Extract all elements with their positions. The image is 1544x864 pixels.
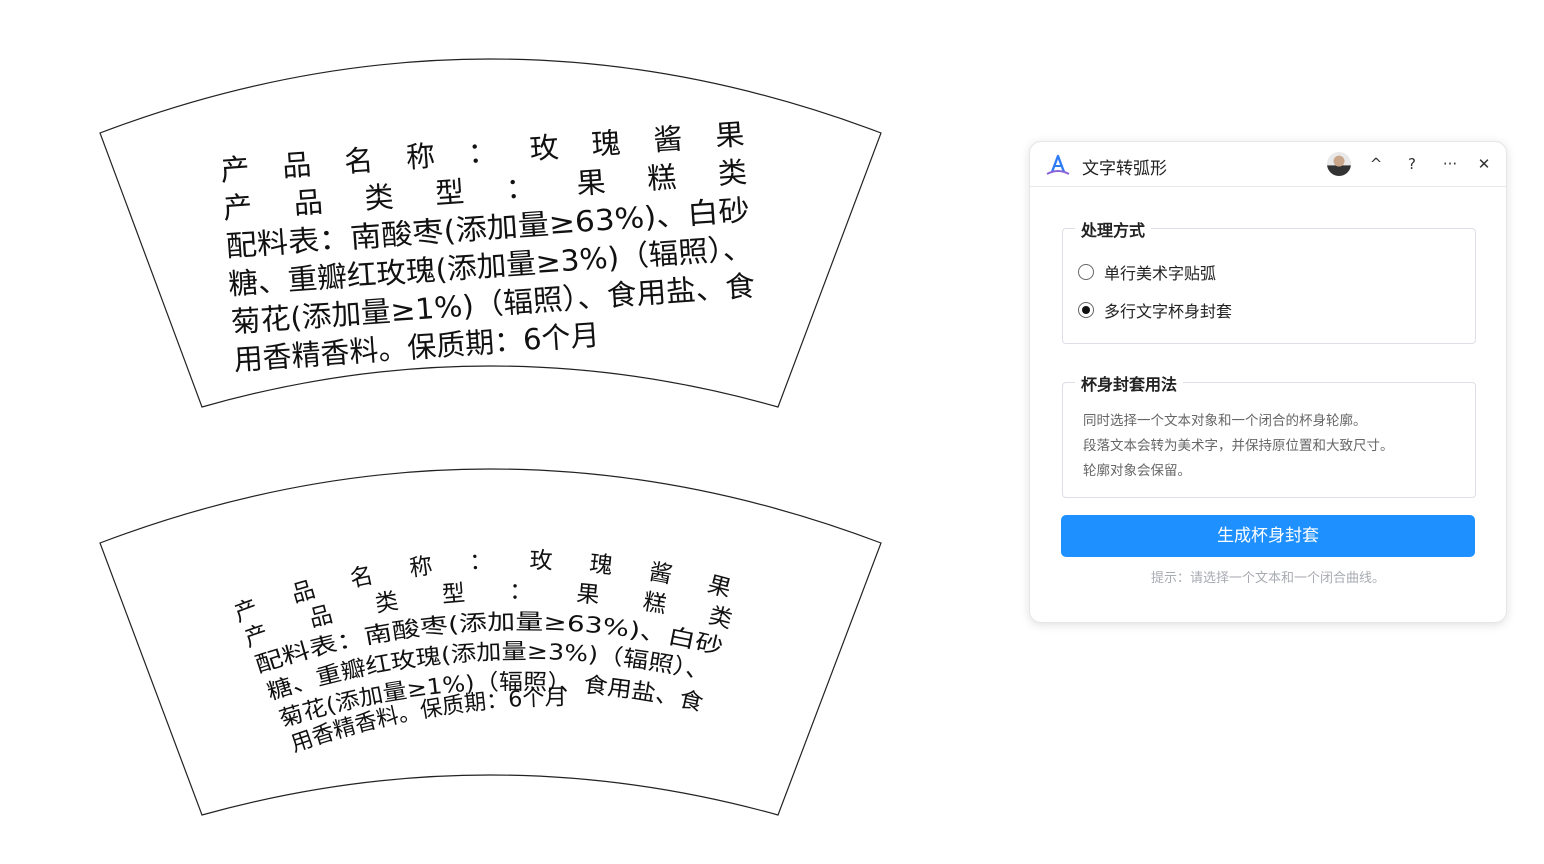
caret-up-icon[interactable]: ^ [1364,152,1388,176]
mode-option-label: 单行美术字贴弧 [1104,264,1217,283]
mode-option-single-line[interactable]: 单行美术字贴弧 [1078,261,1216,283]
more-icon[interactable]: ··· [1438,152,1462,176]
arc-text-block[interactable]: 产 品 名 称 ： 玫 瑰 酱 果 产 品 类 型 ： 果 糕 类 配料表：南酸… [231,548,735,758]
mode-group: 处理方式 单行美术字贴弧 多行文字杯身封套 [1062,217,1476,344]
mode-option-multi-line[interactable]: 多行文字杯身封套 [1078,299,1232,321]
panel-titlebar[interactable]: 文字转弧形 ^ ? ··· ✕ [1030,142,1506,187]
hint-text: 提示：请选择一个文本和一个闭合曲线。 [1150,571,1385,586]
mode-group-legend: 处理方式 [1075,217,1152,241]
usage-description: 同时选择一个文本对象和一个闭合的杯身轮廓。 段落文本会转为美术字，并保持原位置和… [1083,409,1394,484]
usage-line: 轮廓对象会保留。 [1083,463,1191,479]
radio-single-line[interactable] [1078,264,1094,280]
usage-line: 段落文本会转为美术字，并保持原位置和大致尺寸。 [1083,438,1394,454]
text-to-arc-panel: 文字转弧形 ^ ? ··· ✕ 处理方式 单行美术字贴弧 多行文字杯身封套 杯身… [1029,141,1507,623]
help-icon[interactable]: ? [1400,152,1424,176]
user-avatar[interactable] [1327,152,1351,176]
app-logo-icon [1046,154,1070,175]
usage-group: 杯身封套用法 同时选择一个文本对象和一个闭合的杯身轮廓。 段落文本会转为美术字，… [1062,371,1476,498]
close-icon[interactable]: ✕ [1472,152,1496,176]
mode-option-label: 多行文字杯身封套 [1104,302,1233,321]
radio-multi-line[interactable] [1078,302,1094,318]
panel-title: 文字转弧形 [1082,159,1167,179]
flat-text-block[interactable]: 产 品 名 称 ： 玫 瑰 酱 果 产 品 类 型 ： 果 糕 类 配料表：南酸… [219,117,758,377]
usage-line: 同时选择一个文本对象和一个闭合的杯身轮廓。 [1083,413,1367,429]
usage-group-legend: 杯身封套用法 [1075,371,1184,395]
generate-cup-wrap-button[interactable]: 生成杯身封套 [1061,515,1475,557]
